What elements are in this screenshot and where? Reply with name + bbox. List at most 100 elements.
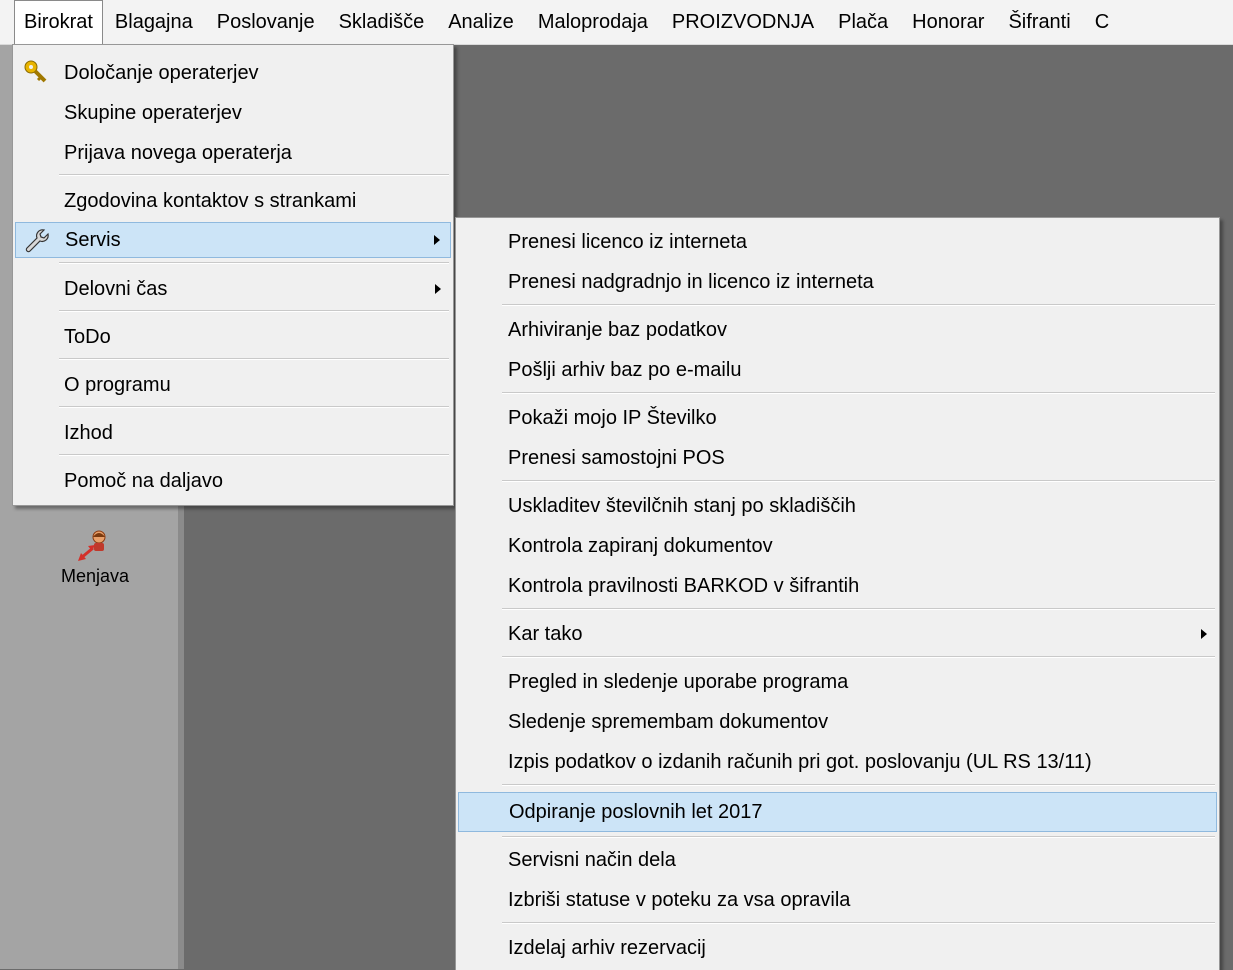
menu-item-izdelaj-arhiv[interactable]: Izdelaj arhiv rezervacij	[458, 930, 1217, 966]
menu-item-label: Skupine operaterjev	[64, 101, 242, 124]
menu-separator	[59, 406, 449, 408]
menu-item-izbrisi-statuse[interactable]: Izbriši statuse v poteku za vsa opravila	[458, 882, 1217, 918]
submenu-arrow-icon	[1201, 629, 1207, 639]
menu-item-poslji-arhiv[interactable]: Pošlji arhiv baz po e-mailu	[458, 352, 1217, 388]
menu-item-pregled-uporabe[interactable]: Pregled in sledenje uporabe programa	[458, 664, 1217, 700]
menu-item-pomoc-na-daljavo[interactable]: Pomoč na daljavo	[15, 463, 451, 499]
menu-item-label: Pošlji arhiv baz po e-mailu	[508, 358, 742, 381]
menu-birokrat-label: Birokrat	[24, 11, 93, 33]
menu-blagajna-label: Blagajna	[114, 11, 193, 33]
menu-placa-label: Plača	[838, 11, 889, 33]
menu-proizvodnja[interactable]: PROIZVODNJA	[660, 0, 826, 44]
menu-separator	[502, 608, 1215, 610]
menu-item-label: Prenesi licenco iz interneta	[508, 230, 748, 253]
menu-item-label: Izbriši statuse v poteku za vsa opravila	[508, 888, 851, 911]
key-icon	[24, 60, 47, 83]
menu-item-label: Arhiviranje baz podatkov	[508, 318, 728, 341]
menu-sifranti[interactable]: Šifranti	[996, 0, 1082, 44]
menu-item-label: Uskladitev številčnih stanj po skladišči…	[508, 494, 856, 517]
menu-separator	[502, 392, 1215, 394]
menu-bar: Birokrat Blagajna Poslovanje Skladišče A…	[0, 0, 1233, 45]
menu-item-label: Zgodovina kontaktov s strankami	[64, 189, 357, 212]
menu-item-delovni-cas[interactable]: Delovni čas	[15, 271, 451, 307]
menu-item-prenesi-nadgradnjo[interactable]: Prenesi nadgradnjo in licenco iz interne…	[458, 264, 1217, 300]
menu-item-label: Izhod	[64, 421, 113, 444]
menu-placa[interactable]: Plača	[826, 0, 900, 44]
menu-birokrat[interactable]: Birokrat	[14, 0, 103, 44]
submenu-arrow-icon	[435, 284, 441, 294]
servis-submenu: Prenesi licenco iz interneta Prenesi nad…	[455, 217, 1220, 970]
menu-maloprodaja-label: Maloprodaja	[537, 11, 648, 33]
menu-separator	[502, 784, 1215, 786]
menu-overflow-label: C	[1094, 11, 1110, 33]
menu-item-label: Delovni čas	[64, 277, 168, 300]
menu-item-todo[interactable]: ToDo	[15, 319, 451, 355]
menu-item-arhiviranje-baz[interactable]: Arhiviranje baz podatkov	[458, 312, 1217, 348]
menu-separator	[502, 656, 1215, 658]
menu-item-izhod[interactable]: Izhod	[15, 415, 451, 451]
menjava-button[interactable]: Menjava	[40, 528, 150, 587]
menu-item-label: O programu	[64, 373, 171, 396]
menu-item-label: Kontrola pravilnosti BARKOD v šifrantih	[508, 574, 860, 597]
menu-item-prenesi-licenco[interactable]: Prenesi licenco iz interneta	[458, 224, 1217, 260]
menu-separator	[59, 262, 449, 264]
menu-skladisce-label: Skladišče	[338, 11, 425, 33]
menu-item-label: Pregled in sledenje uporabe programa	[508, 670, 849, 693]
menu-item-pokazi-ip[interactable]: Pokaži mojo IP Številko	[458, 400, 1217, 436]
menu-analize[interactable]: Analize	[436, 0, 526, 44]
menu-item-label: Določanje operaterjev	[64, 61, 259, 84]
menu-item-label: Prenesi nadgradnjo in licenco iz interne…	[508, 270, 874, 293]
menu-item-label: Servisni način dela	[508, 848, 676, 871]
birokrat-dropdown: Določanje operaterjev Skupine operaterje…	[12, 44, 454, 506]
menu-item-izpis-podatkov[interactable]: Izpis podatkov o izdanih računih pri got…	[458, 744, 1217, 780]
menu-separator	[59, 174, 449, 176]
menu-item-uskladitev-stanj[interactable]: Uskladitev številčnih stanj po skladišči…	[458, 488, 1217, 524]
menu-sifranti-label: Šifranti	[1008, 11, 1071, 33]
menu-separator	[59, 358, 449, 360]
menu-honorar-label: Honorar	[912, 11, 985, 33]
menu-poslovanje-label: Poslovanje	[216, 11, 315, 33]
menu-separator	[59, 454, 449, 456]
menu-item-kar-tako[interactable]: Kar tako	[458, 616, 1217, 652]
menu-item-label: Kar tako	[508, 622, 583, 645]
menu-item-prijava-novega-operaterja[interactable]: Prijava novega operaterja	[15, 135, 451, 171]
menjava-label: Menjava	[60, 566, 130, 586]
menu-item-label: Servis	[65, 228, 121, 251]
menu-separator	[502, 836, 1215, 838]
menu-item-label: Odpiranje poslovnih let 2017	[509, 800, 763, 823]
menu-item-kontrola-barkod[interactable]: Kontrola pravilnosti BARKOD v šifrantih	[458, 568, 1217, 604]
menu-item-label: Izdelaj arhiv rezervacij	[508, 936, 706, 959]
menu-separator	[59, 310, 449, 312]
menu-separator	[502, 480, 1215, 482]
menu-poslovanje[interactable]: Poslovanje	[205, 0, 327, 44]
menu-item-kontrola-zapiranj[interactable]: Kontrola zapiranj dokumentov	[458, 528, 1217, 564]
menu-item-prenesi-pos[interactable]: Prenesi samostojni POS	[458, 440, 1217, 476]
menu-item-o-programu[interactable]: O programu	[15, 367, 451, 403]
wrench-icon	[25, 229, 49, 253]
menu-overflow[interactable]: C	[1083, 0, 1121, 44]
menu-item-dolocanje-operaterjev[interactable]: Določanje operaterjev	[15, 55, 451, 91]
user-switch-icon	[78, 530, 106, 561]
menu-honorar[interactable]: Honorar	[900, 0, 996, 44]
menu-item-label: Pomoč na daljavo	[64, 469, 223, 492]
menu-analize-label: Analize	[448, 11, 514, 33]
menu-maloprodaja[interactable]: Maloprodaja	[526, 0, 660, 44]
menu-item-sledenje-spremembam[interactable]: Sledenje spremembam dokumentov	[458, 704, 1217, 740]
submenu-arrow-icon	[434, 235, 440, 245]
menu-item-zgodovina-kontaktov[interactable]: Zgodovina kontaktov s strankami	[15, 183, 451, 219]
menu-item-odpiranje-let[interactable]: Odpiranje poslovnih let 2017	[458, 792, 1217, 832]
menu-item-label: Pokaži mojo IP Številko	[508, 406, 717, 429]
menu-skladisce[interactable]: Skladišče	[327, 0, 437, 44]
menu-item-label: Prijava novega operaterja	[64, 141, 292, 164]
menu-blagajna[interactable]: Blagajna	[103, 0, 205, 44]
menu-item-label: ToDo	[64, 325, 111, 348]
menu-item-label: Izpis podatkov o izdanih računih pri got…	[508, 750, 1092, 773]
menu-item-servis[interactable]: Servis	[15, 222, 451, 258]
menu-item-servisni-nacin[interactable]: Servisni način dela	[458, 842, 1217, 878]
menu-item-skupine-operaterjev[interactable]: Skupine operaterjev	[15, 95, 451, 131]
menu-separator	[502, 304, 1215, 306]
menu-item-label: Sledenje spremembam dokumentov	[508, 710, 829, 733]
menu-separator	[502, 922, 1215, 924]
menu-item-label: Prenesi samostojni POS	[508, 446, 725, 469]
menu-proizvodnja-label: PROIZVODNJA	[671, 11, 815, 33]
